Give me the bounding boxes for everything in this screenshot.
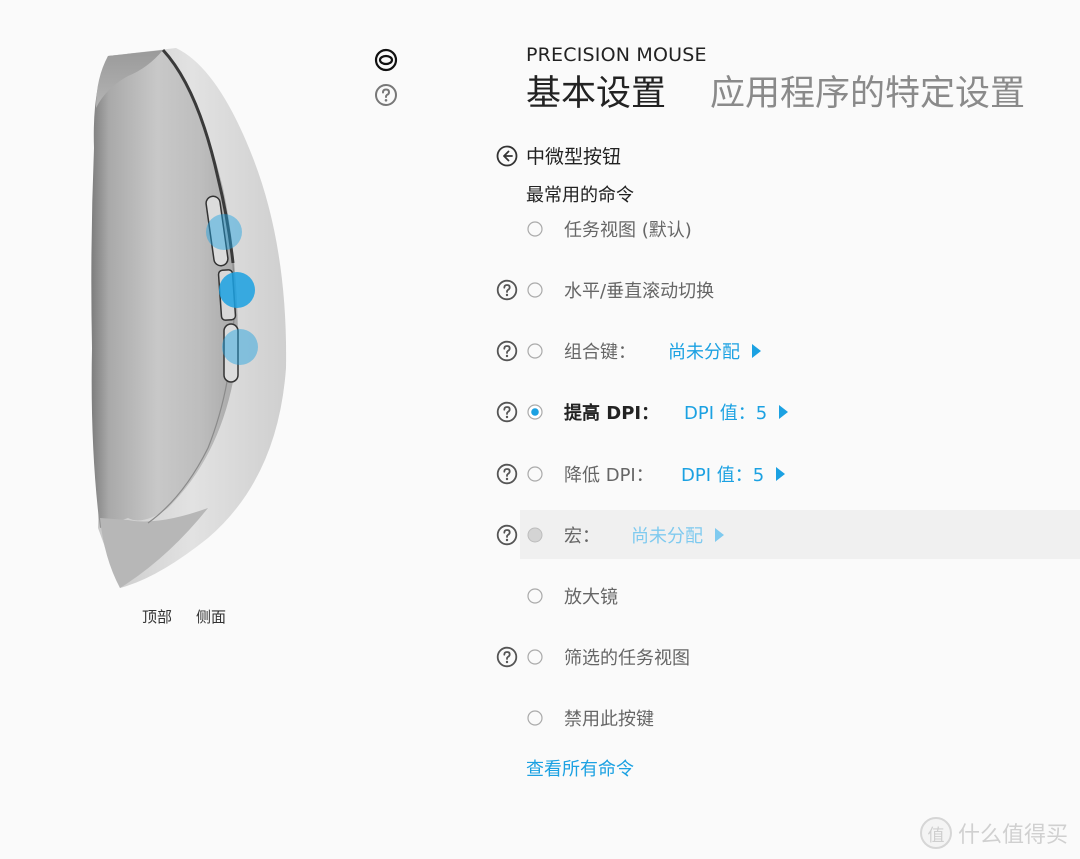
help-icon[interactable] [496,463,518,485]
option-value-link[interactable]: 尚未分配 [668,338,761,364]
radio-button[interactable] [527,342,543,359]
play-arrow-icon [776,466,786,481]
help-icon[interactable] [374,83,398,107]
radio-button[interactable] [527,465,543,482]
view-tab-side[interactable]: 侧面 [196,606,226,627]
back-arrow-icon[interactable] [496,145,518,167]
command-option[interactable]: 禁用此按键 [520,693,1080,742]
watermark: 值 什么值得买 [919,817,1068,849]
radio-button [527,527,543,542]
command-option[interactable]: 提高 DPI： DPI 值：5 [496,387,1080,436]
help-icon[interactable] [496,340,518,362]
radio-button[interactable] [527,587,543,604]
button-hotspot-middle[interactable] [219,272,255,308]
radio-button[interactable] [527,220,543,237]
command-option[interactable]: 宏： 尚未分配 [496,510,1080,559]
help-icon[interactable] [496,524,518,546]
side-icon-bar [374,48,398,118]
help-icon[interactable] [496,646,518,668]
button-title: 中微型按钮 [526,146,622,168]
settings-tabs: 基本设置 应用程序的特定设置 [526,72,1025,116]
play-arrow-icon [779,404,789,419]
mouse-view-tabs: 顶部 侧面 [142,606,226,627]
option-label: 放大镜 [564,586,618,608]
command-option[interactable]: 任务视图 (默认) [520,204,1080,253]
eye-icon[interactable] [374,48,398,72]
option-label: 组合键： [564,341,636,363]
play-arrow-icon [715,527,724,542]
play-arrow-icon [752,343,761,358]
option-label: 筛选的任务视图 [564,647,690,669]
see-all-commands-link[interactable]: 查看所有命令 [526,755,634,781]
help-icon[interactable] [496,279,518,301]
tab-app-specific-settings[interactable]: 应用程序的特定设置 [710,72,1025,116]
mouse-side-image [91,48,287,588]
option-label: 禁用此按键 [564,708,654,730]
command-option[interactable]: 筛选的任务视图 [496,632,1080,681]
command-option[interactable]: 放大镜 [520,571,1080,620]
option-value-text: 尚未分配 [668,341,740,363]
option-value-link[interactable]: DPI 值：5 [684,399,789,425]
option-value-text: DPI 值：5 [681,464,765,486]
button-hotspot-bottom[interactable] [222,329,258,365]
option-value-text: 尚未分配 [631,525,703,547]
command-option[interactable]: 水平/垂直滚动切换 [496,265,1080,314]
radio-button-selected[interactable] [527,403,543,420]
command-option[interactable]: 组合键： 尚未分配 [496,326,1080,375]
help-icon[interactable] [496,401,518,423]
tab-basic-settings[interactable]: 基本设置 [526,72,666,116]
command-option[interactable]: 降低 DPI： DPI 值：5 [496,449,1080,498]
option-label: 水平/垂直滚动切换 [564,280,715,302]
option-value-link: 尚未分配 [631,522,724,548]
option-label: 任务视图 (默认) [564,219,692,241]
radio-button[interactable] [527,709,543,726]
option-value-text: DPI 值：5 [684,402,768,424]
option-label: 宏： [564,525,600,547]
radio-button[interactable] [527,648,543,665]
radio-button[interactable] [527,281,543,298]
back-navigation: 中微型按钮 [496,142,621,169]
mouse-illustration [88,48,298,593]
device-name: PRECISION MOUSE [526,44,707,66]
option-value-link[interactable]: DPI 值：5 [681,461,786,487]
option-label: 降低 DPI： [564,464,654,486]
button-hotspot-top[interactable] [206,214,242,250]
watermark-badge: 值 [919,817,952,849]
header: PRECISION MOUSE 基本设置 应用程序的特定设置 [526,44,1025,116]
watermark-text: 什么值得买 [957,823,1068,848]
option-label: 提高 DPI： [564,402,660,424]
view-tab-top[interactable]: 顶部 [142,606,172,627]
